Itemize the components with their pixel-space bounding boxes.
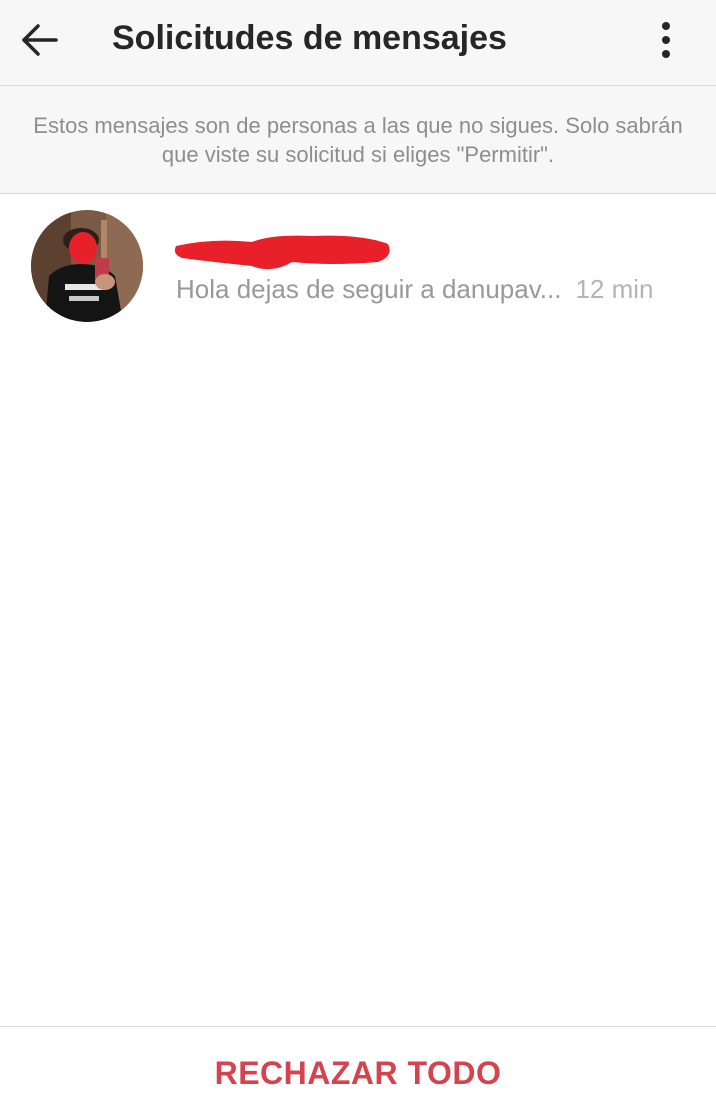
- more-vertical-icon: [662, 22, 670, 30]
- message-timestamp: 12 min: [575, 273, 654, 304]
- top-bar: Solicitudes de mensajes: [0, 0, 716, 86]
- info-text: Estos mensajes son de personas a las que…: [33, 112, 683, 167]
- message-preview: Hola dejas de seguir a danupav...: [176, 273, 562, 304]
- reject-all-button[interactable]: RECHAZAR TODO: [215, 1055, 502, 1092]
- info-banner: Estos mensajes son de personas a las que…: [0, 86, 716, 194]
- more-vertical-icon-dot: [662, 36, 670, 44]
- message-requests-screen: Solicitudes de mensajes Estos mensajes s…: [0, 0, 716, 1120]
- message-preview-line: Hola dejas de seguir a danupav... 12 min: [176, 272, 686, 306]
- bottom-bar: RECHAZAR TODO: [0, 1026, 716, 1120]
- more-vertical-icon-dot: [662, 50, 670, 58]
- page-title: Solicitudes de mensajes: [112, 19, 507, 57]
- back-button[interactable]: [12, 14, 68, 66]
- redacted-username: [174, 235, 390, 270]
- avatar-photo: [31, 210, 143, 322]
- more-options-button[interactable]: [646, 14, 686, 66]
- avatar[interactable]: [31, 210, 143, 322]
- arrow-left-icon: [22, 24, 58, 56]
- message-request-item[interactable]: Hola dejas de seguir a danupav... 12 min: [0, 194, 716, 340]
